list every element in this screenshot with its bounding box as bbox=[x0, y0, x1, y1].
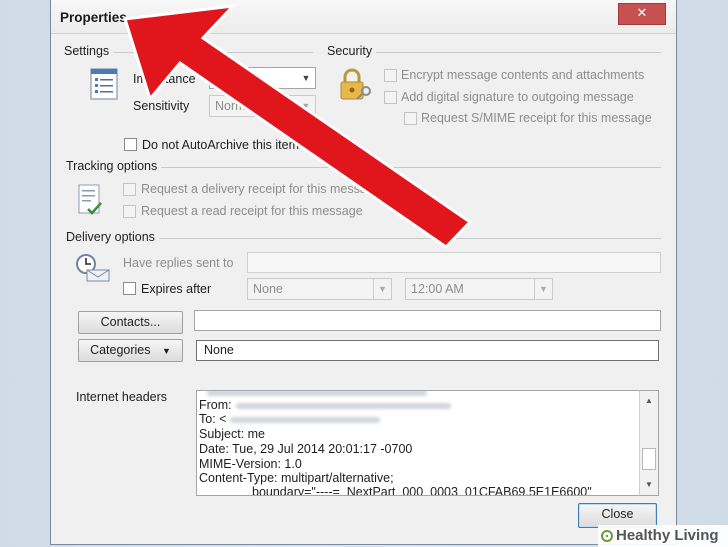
chevron-down-icon: ▼ bbox=[297, 96, 315, 116]
expires-label: Expires after bbox=[141, 282, 212, 296]
no-autoarchive-checkbox[interactable] bbox=[124, 138, 137, 151]
expires-checkbox[interactable] bbox=[123, 282, 136, 295]
replies-label: Have replies sent to bbox=[123, 256, 234, 270]
header-line: MIME-Version: 1.0 bbox=[199, 457, 302, 471]
delivery-receipt-label: Request a delivery receipt for this mess… bbox=[141, 182, 381, 196]
importance-label: Importance bbox=[133, 72, 196, 86]
digital-signature-checkbox[interactable] bbox=[384, 91, 397, 104]
categories-button-label: Categories bbox=[90, 343, 151, 357]
smime-receipt-checkbox[interactable] bbox=[404, 112, 417, 125]
title-bar: Properties ✕ bbox=[51, 0, 676, 34]
delivery-receipt-checkbox[interactable] bbox=[123, 183, 136, 196]
header-line: boundary="----=_NextPart_000_0003_01CFAB… bbox=[252, 485, 592, 496]
header-line: Content-Type: multipart/alternative; bbox=[199, 471, 394, 485]
header-line: Date: Tue, 29 Jul 2014 20:01:17 -0700 bbox=[199, 442, 413, 456]
properties-dialog: Properties ✕ Settings Importance High ▼ … bbox=[50, 0, 677, 545]
header-line: Subject: me bbox=[199, 427, 266, 441]
lock-key-icon bbox=[340, 68, 371, 100]
delivery-clock-icon bbox=[76, 254, 110, 282]
security-group-rule bbox=[327, 52, 661, 53]
internet-headers-label: Internet headers bbox=[76, 390, 168, 404]
no-autoarchive-label: Do not AutoArchive this item bbox=[142, 138, 300, 152]
healthy-living-logo-icon bbox=[601, 530, 613, 542]
expires-date-picker[interactable]: None ▼ bbox=[247, 278, 392, 300]
header-line: From: bbox=[199, 398, 451, 412]
expires-time-picker[interactable]: 12:00 AM ▼ bbox=[405, 278, 553, 300]
smime-receipt-label: Request S/MIME receipt for this message bbox=[421, 111, 652, 125]
security-group-label: Security bbox=[327, 44, 377, 58]
digital-signature-label: Add digital signature to outgoing messag… bbox=[401, 90, 634, 104]
read-receipt-checkbox[interactable] bbox=[123, 205, 136, 218]
chevron-down-icon: ▼ bbox=[162, 346, 171, 356]
expires-time-value: 12:00 AM bbox=[411, 282, 464, 296]
expires-date-value: None bbox=[253, 282, 283, 296]
chevron-down-icon: ▼ bbox=[373, 279, 391, 299]
settings-group-label: Settings bbox=[64, 44, 114, 58]
sensitivity-select[interactable]: Normal ▼ bbox=[209, 95, 316, 117]
headers-scrollbar[interactable]: ▲ ▼ bbox=[639, 390, 659, 496]
replies-field[interactable] bbox=[247, 252, 661, 273]
sensitivity-value: Normal bbox=[215, 99, 256, 113]
contacts-field[interactable] bbox=[194, 310, 661, 331]
healthy-living-watermark: Healthy Living bbox=[598, 525, 728, 547]
tracking-checklist-icon bbox=[78, 184, 102, 215]
encrypt-label: Encrypt message contents and attachments bbox=[401, 68, 645, 82]
delivery-group-label: Delivery options bbox=[66, 230, 159, 244]
chevron-down-icon: ▼ bbox=[297, 68, 315, 88]
importance-select[interactable]: High ▼ bbox=[209, 67, 316, 89]
encrypt-checkbox[interactable] bbox=[384, 69, 397, 82]
categories-field[interactable]: None bbox=[196, 340, 659, 361]
read-receipt-label: Request a read receipt for this message bbox=[141, 204, 363, 218]
scroll-down-icon[interactable]: ▼ bbox=[641, 477, 657, 493]
categories-button[interactable]: Categories ▼ bbox=[78, 339, 183, 362]
window-close-button[interactable]: ✕ bbox=[618, 3, 666, 25]
tracking-group-label: Tracking options bbox=[66, 159, 162, 173]
close-button-label: Close bbox=[601, 507, 634, 521]
importance-value: High bbox=[215, 71, 241, 85]
internet-headers-textbox[interactable]: From: To: < Subject: me Date: Tue, 29 Ju… bbox=[196, 390, 659, 496]
sensitivity-label: Sensitivity bbox=[133, 99, 190, 113]
watermark-text: Healthy Living bbox=[616, 527, 719, 544]
scroll-thumb[interactable] bbox=[642, 448, 656, 470]
contacts-button-label: Contacts... bbox=[100, 315, 161, 329]
header-line: To: < bbox=[199, 412, 381, 426]
window-title: Properties bbox=[60, 10, 127, 25]
message-settings-icon bbox=[90, 68, 118, 100]
contacts-button[interactable]: Contacts... bbox=[78, 311, 183, 334]
chevron-down-icon: ▼ bbox=[534, 279, 552, 299]
scroll-up-icon[interactable]: ▲ bbox=[641, 393, 657, 409]
